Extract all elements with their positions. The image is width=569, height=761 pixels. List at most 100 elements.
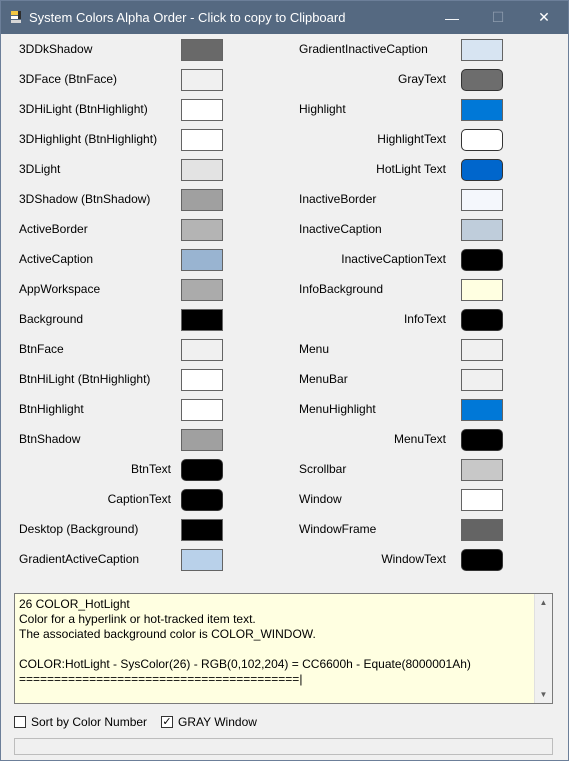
left-color-swatch[interactable] bbox=[181, 219, 223, 241]
left-color-label[interactable]: BtnHighlight bbox=[19, 402, 84, 416]
right-row[interactable]: GrayText bbox=[281, 69, 516, 93]
right-row[interactable]: Menu bbox=[281, 339, 516, 363]
right-row[interactable]: GradientInactiveCaption bbox=[281, 39, 516, 63]
left-row[interactable]: BtnShadow bbox=[1, 429, 241, 453]
left-color-swatch[interactable] bbox=[181, 549, 223, 571]
right-color-label[interactable]: WindowText bbox=[381, 552, 446, 566]
right-color-label[interactable]: Menu bbox=[299, 342, 329, 356]
left-color-swatch[interactable] bbox=[181, 99, 223, 121]
right-row[interactable]: WindowText bbox=[281, 549, 516, 573]
right-color-label[interactable]: InfoBackground bbox=[299, 282, 383, 296]
left-color-label[interactable]: ActiveBorder bbox=[19, 222, 88, 236]
right-color-label[interactable]: GradientInactiveCaption bbox=[299, 42, 428, 56]
left-row[interactable]: 3DDkShadow bbox=[1, 39, 241, 63]
right-color-swatch[interactable] bbox=[461, 279, 503, 301]
left-color-label[interactable]: BtnFace bbox=[19, 342, 64, 356]
left-row[interactable]: 3DFace (BtnFace) bbox=[1, 69, 241, 93]
left-color-swatch[interactable] bbox=[181, 129, 223, 151]
right-color-swatch[interactable] bbox=[461, 219, 503, 241]
left-color-label[interactable]: 3DHighlight (BtnHighlight) bbox=[19, 132, 157, 146]
left-row[interactable]: BtnHiLight (BtnHighlight) bbox=[1, 369, 241, 393]
left-color-label[interactable]: 3DDkShadow bbox=[19, 42, 92, 56]
right-row[interactable]: WindowFrame bbox=[281, 519, 516, 543]
left-row[interactable]: Background bbox=[1, 309, 241, 333]
right-row[interactable]: InactiveCaptionText bbox=[281, 249, 516, 273]
color-info-text[interactable]: 26 COLOR_HotLight Color for a hyperlink … bbox=[19, 597, 534, 687]
right-color-swatch[interactable] bbox=[461, 399, 503, 421]
left-color-swatch[interactable] bbox=[181, 189, 223, 211]
right-color-label[interactable]: InactiveCaption bbox=[299, 222, 382, 236]
right-color-label[interactable]: HotLight Text bbox=[376, 162, 446, 176]
left-color-label[interactable]: Desktop (Background) bbox=[19, 522, 138, 536]
right-color-label[interactable]: InactiveCaptionText bbox=[341, 252, 446, 266]
right-color-swatch[interactable] bbox=[461, 339, 503, 361]
left-color-label[interactable]: Background bbox=[19, 312, 83, 326]
right-row[interactable]: InfoText bbox=[281, 309, 516, 333]
color-info-box[interactable]: 26 COLOR_HotLight Color for a hyperlink … bbox=[14, 593, 553, 704]
scroll-down-icon[interactable]: ▼ bbox=[535, 686, 552, 703]
left-color-label[interactable]: CaptionText bbox=[108, 492, 171, 506]
left-row[interactable]: BtnText bbox=[1, 459, 241, 483]
right-row[interactable]: MenuHighlight bbox=[281, 399, 516, 423]
left-color-label[interactable]: GradientActiveCaption bbox=[19, 552, 139, 566]
right-color-label[interactable]: WindowFrame bbox=[299, 522, 376, 536]
left-row[interactable]: BtnFace bbox=[1, 339, 241, 363]
left-color-swatch[interactable] bbox=[181, 39, 223, 61]
right-color-label[interactable]: InactiveBorder bbox=[299, 192, 376, 206]
scroll-up-icon[interactable]: ▲ bbox=[535, 594, 552, 611]
left-row[interactable]: CaptionText bbox=[1, 489, 241, 513]
right-row[interactable]: HighlightText bbox=[281, 129, 516, 153]
right-row[interactable]: Scrollbar bbox=[281, 459, 516, 483]
right-color-label[interactable]: MenuHighlight bbox=[299, 402, 376, 416]
left-color-label[interactable]: BtnHiLight (BtnHighlight) bbox=[19, 372, 150, 386]
left-row[interactable]: AppWorkspace bbox=[1, 279, 241, 303]
left-color-label[interactable]: ActiveCaption bbox=[19, 252, 93, 266]
minimize-button[interactable]: — bbox=[429, 1, 475, 34]
right-color-label[interactable]: Window bbox=[299, 492, 342, 506]
right-color-swatch[interactable] bbox=[461, 549, 503, 571]
left-color-label[interactable]: 3DShadow (BtnShadow) bbox=[19, 192, 150, 206]
right-color-label[interactable]: MenuBar bbox=[299, 372, 348, 386]
right-color-label[interactable]: Scrollbar bbox=[299, 462, 346, 476]
left-color-label[interactable]: 3DLight bbox=[19, 162, 60, 176]
right-color-swatch[interactable] bbox=[461, 129, 503, 151]
left-color-swatch[interactable] bbox=[181, 249, 223, 271]
left-color-swatch[interactable] bbox=[181, 339, 223, 361]
right-color-swatch[interactable] bbox=[461, 189, 503, 211]
left-row[interactable]: Desktop (Background) bbox=[1, 519, 241, 543]
left-row[interactable]: 3DLight bbox=[1, 159, 241, 183]
left-row[interactable]: ActiveBorder bbox=[1, 219, 241, 243]
left-row[interactable]: 3DShadow (BtnShadow) bbox=[1, 189, 241, 213]
right-row[interactable]: InactiveBorder bbox=[281, 189, 516, 213]
sort-by-number-label[interactable]: Sort by Color Number bbox=[31, 715, 147, 729]
title-bar[interactable]: System Colors Alpha Order - Click to cop… bbox=[1, 1, 568, 34]
left-color-swatch[interactable] bbox=[181, 399, 223, 421]
left-row[interactable]: 3DHiLight (BtnHighlight) bbox=[1, 99, 241, 123]
gray-window-box[interactable]: ✓ bbox=[161, 716, 173, 728]
right-color-swatch[interactable] bbox=[461, 39, 503, 61]
gray-window-label[interactable]: GRAY Window bbox=[178, 715, 257, 729]
right-row[interactable]: Highlight bbox=[281, 99, 516, 123]
maximize-button[interactable]: ☐ bbox=[475, 1, 521, 34]
close-button[interactable]: ✕ bbox=[521, 1, 567, 34]
left-row[interactable]: BtnHighlight bbox=[1, 399, 241, 423]
right-color-swatch[interactable] bbox=[461, 99, 503, 121]
gray-window-checkbox[interactable]: ✓ GRAY Window bbox=[161, 715, 271, 730]
right-row[interactable]: MenuText bbox=[281, 429, 516, 453]
left-color-swatch[interactable] bbox=[181, 369, 223, 391]
right-row[interactable]: HotLight Text bbox=[281, 159, 516, 183]
right-row[interactable]: Window bbox=[281, 489, 516, 513]
vertical-scrollbar[interactable]: ▲ ▼ bbox=[534, 594, 552, 703]
right-color-swatch[interactable] bbox=[461, 459, 503, 481]
left-color-label[interactable]: 3DHiLight (BtnHighlight) bbox=[19, 102, 148, 116]
left-row[interactable]: 3DHighlight (BtnHighlight) bbox=[1, 129, 241, 153]
left-color-swatch[interactable] bbox=[181, 279, 223, 301]
right-color-swatch[interactable] bbox=[461, 519, 503, 541]
left-color-swatch[interactable] bbox=[181, 519, 223, 541]
right-color-label[interactable]: Highlight bbox=[299, 102, 346, 116]
right-color-label[interactable]: InfoText bbox=[404, 312, 446, 326]
right-row[interactable]: InfoBackground bbox=[281, 279, 516, 303]
left-color-swatch[interactable] bbox=[181, 69, 223, 91]
right-color-label[interactable]: MenuText bbox=[394, 432, 446, 446]
left-color-swatch[interactable] bbox=[181, 429, 223, 451]
